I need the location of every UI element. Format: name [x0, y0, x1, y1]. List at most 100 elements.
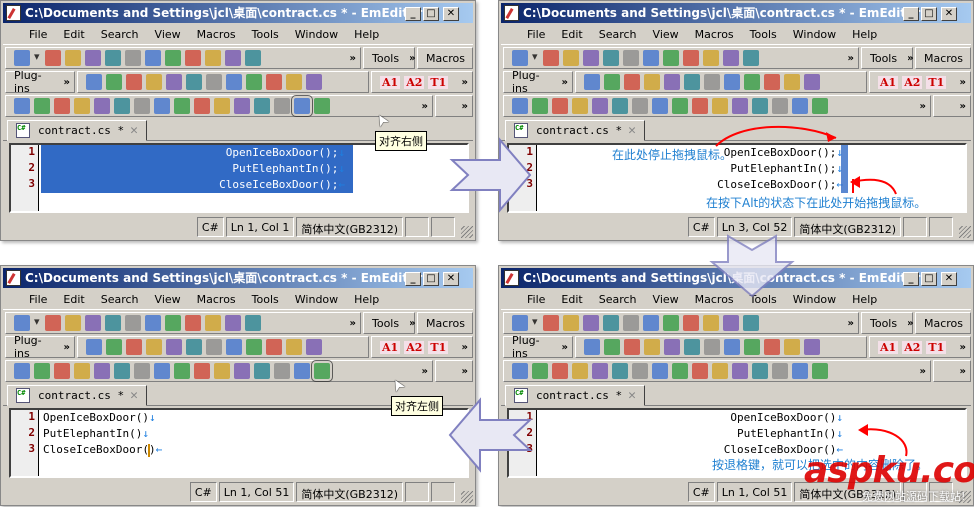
insert-icon[interactable] [584, 74, 600, 90]
xml-check-icon[interactable] [234, 363, 250, 379]
paste-icon[interactable] [663, 315, 679, 331]
macros-toolbar-label[interactable]: Macros [420, 317, 471, 330]
bracket-icon[interactable] [804, 339, 820, 355]
palette-icon[interactable] [274, 363, 290, 379]
list-icon[interactable] [34, 363, 50, 379]
dropdown-icon[interactable]: ▾ [34, 50, 41, 66]
print-icon[interactable] [85, 315, 101, 331]
paste-icon[interactable] [165, 50, 181, 66]
outdent-icon[interactable] [206, 74, 222, 90]
copy-icon[interactable] [643, 50, 659, 66]
status-language[interactable]: C# [189, 482, 217, 502]
slash-icon[interactable] [784, 74, 800, 90]
align-left-icon[interactable] [311, 360, 333, 382]
toolbar-overflow[interactable]: » [960, 342, 970, 353]
close-tab-icon[interactable]: ✕ [628, 121, 636, 140]
menu-help[interactable]: Help [844, 25, 885, 44]
toolbar-overflow[interactable]: » [848, 53, 858, 64]
new-file-icon[interactable] [512, 315, 528, 331]
ruler-icon[interactable] [724, 339, 740, 355]
justify-icon[interactable] [266, 339, 282, 355]
a1-style-icon[interactable]: A1 [380, 75, 401, 89]
menu-view[interactable]: View [147, 290, 189, 309]
calendar-icon[interactable] [194, 363, 210, 379]
t1-style-icon[interactable]: T1 [926, 340, 947, 354]
paste-box-icon[interactable] [632, 363, 648, 379]
comment-line-icon[interactable] [644, 74, 660, 90]
print-preview-icon[interactable] [105, 315, 121, 331]
toolbar-overflow[interactable]: » [960, 77, 970, 88]
doc-view-icon[interactable] [512, 363, 528, 379]
menu-macros[interactable]: Macros [687, 25, 742, 44]
menu-help[interactable]: Help [346, 25, 387, 44]
uncomment-icon[interactable] [624, 339, 640, 355]
paste-box-icon[interactable] [134, 363, 150, 379]
paste-box-icon[interactable] [134, 98, 150, 114]
editor-area[interactable]: 1 2 3 OpenIceBoxDoor();↓ PutElephantIn();↓ Cl… [9, 143, 469, 213]
dropdown-icon[interactable]: ▾ [34, 315, 41, 331]
menu-tools[interactable]: Tools [244, 290, 287, 309]
comment-icon[interactable] [106, 339, 122, 355]
bracket-icon[interactable] [306, 74, 322, 90]
minimize-button[interactable]: _ [903, 272, 919, 286]
info-icon[interactable] [214, 363, 230, 379]
menu-file[interactable]: File [519, 25, 553, 44]
paste-icon[interactable] [663, 50, 679, 66]
split-icon[interactable] [744, 74, 760, 90]
editor-area[interactable]: 1 2 3 OpenIceBoxDoor()↓ PutElephantIn()↓ Clos… [9, 408, 469, 478]
comment-line-icon[interactable] [146, 339, 162, 355]
menu-view[interactable]: View [645, 290, 687, 309]
uncomment-icon[interactable] [126, 74, 142, 90]
uncomment-icon[interactable] [624, 74, 640, 90]
list-icon[interactable] [34, 98, 50, 114]
open-folder-icon[interactable] [543, 315, 559, 331]
status-encoding[interactable]: 简体中文(GB2312) [296, 482, 403, 502]
paste-icon[interactable] [165, 315, 181, 331]
xml-magic-icon[interactable] [254, 363, 270, 379]
calendar-icon[interactable] [692, 363, 708, 379]
toolbar-overflow[interactable]: » [422, 101, 432, 112]
tools-toolbar-label[interactable]: Tools [864, 317, 903, 330]
dropdown-icon[interactable]: ▾ [532, 315, 539, 331]
plugins-toolbar-label[interactable]: Plug-ins [8, 69, 60, 95]
align-left-icon[interactable] [812, 98, 828, 114]
menu-search[interactable]: Search [591, 25, 645, 44]
xml-magic-icon[interactable] [752, 363, 768, 379]
redo-icon[interactable] [703, 50, 719, 66]
comment-icon[interactable] [604, 74, 620, 90]
align-right-icon[interactable] [294, 363, 310, 379]
xml-check-icon[interactable] [732, 98, 748, 114]
find-icon[interactable] [225, 315, 241, 331]
palette-icon[interactable] [274, 98, 290, 114]
ruler-icon[interactable] [226, 339, 242, 355]
macros-toolbar-label[interactable]: Macros [918, 317, 969, 330]
toolbar-overflow[interactable]: » [960, 366, 970, 377]
outdent-icon[interactable] [206, 339, 222, 355]
bracket-icon[interactable] [804, 74, 820, 90]
undo-icon[interactable] [185, 50, 201, 66]
a2-style-icon[interactable]: A2 [404, 340, 425, 354]
slash-icon[interactable] [784, 339, 800, 355]
split-icon[interactable] [246, 74, 262, 90]
toolbar-overflow[interactable]: » [64, 342, 74, 353]
save-icon[interactable] [563, 315, 579, 331]
toolbar-overflow[interactable]: » [462, 342, 472, 353]
close-button[interactable]: ✕ [443, 272, 459, 286]
export-icon[interactable] [74, 363, 90, 379]
justify-icon[interactable] [764, 339, 780, 355]
print-preview-icon[interactable] [603, 50, 619, 66]
calendar-icon[interactable] [692, 98, 708, 114]
comment-icon[interactable] [106, 74, 122, 90]
tools-toolbar-label[interactable]: Tools [366, 317, 405, 330]
redo-icon[interactable] [703, 315, 719, 331]
export-icon[interactable] [572, 363, 588, 379]
doc-view-icon[interactable] [512, 98, 528, 114]
ruler-icon[interactable] [724, 74, 740, 90]
find-next-icon[interactable] [743, 315, 759, 331]
swap-lines-icon[interactable] [94, 98, 110, 114]
align-right-icon[interactable] [792, 363, 808, 379]
cut-icon[interactable] [125, 315, 141, 331]
print-icon[interactable] [583, 315, 599, 331]
toolbar-overflow[interactable]: » [462, 366, 472, 377]
menu-tools[interactable]: Tools [244, 25, 287, 44]
